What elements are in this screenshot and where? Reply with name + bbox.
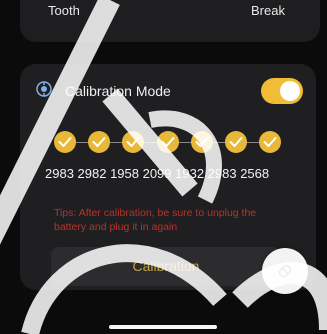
calibration-mode-toggle[interactable] [261, 78, 303, 104]
pill-edit-icon [278, 264, 292, 278]
calibration-icon [36, 81, 52, 97]
calibration-mode-label: Calibration Mode [65, 83, 171, 99]
step-check-icon [54, 131, 76, 153]
calibration-tips: Tips: After calibration, be sure to unpl… [54, 207, 257, 233]
break-label: Break [251, 3, 285, 18]
calibration-button[interactable]: Calibration [51, 247, 281, 286]
pill-edit-button[interactable] [262, 248, 308, 294]
home-indicator [109, 325, 217, 329]
step-check-icon [190, 131, 213, 153]
calibration-screen: Tooth Break Calibration Mode 2983 2982 1… [0, 0, 327, 334]
toggle-knob [280, 81, 300, 101]
step-check-icon [225, 131, 247, 153]
step-check-icon [156, 131, 179, 153]
tooth-label: Tooth [48, 3, 80, 18]
calibration-values: 2983 2982 1958 2099 1932 2983 2568 [45, 166, 270, 181]
